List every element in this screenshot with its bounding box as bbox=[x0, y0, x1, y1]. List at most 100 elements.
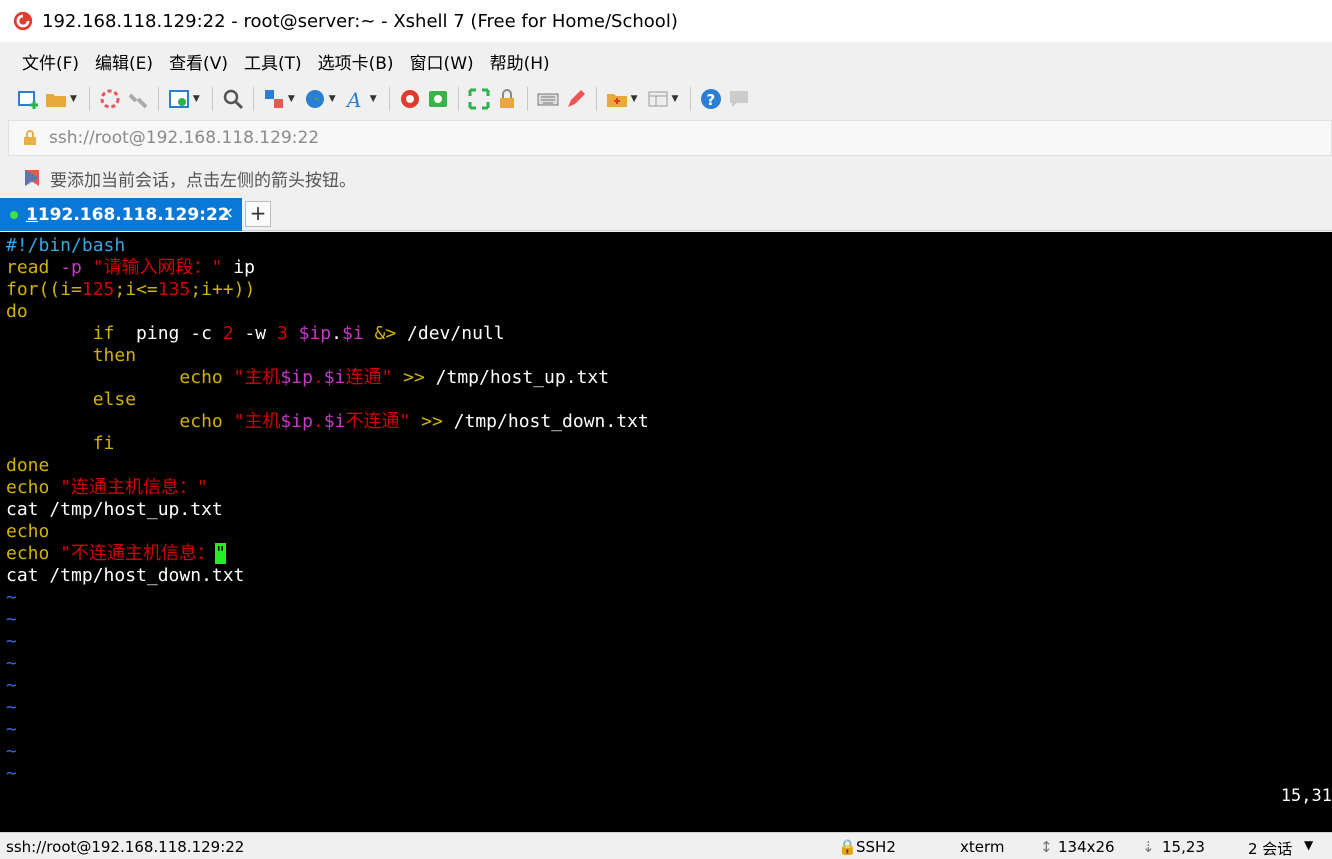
terminal-token: . bbox=[312, 367, 324, 388]
terminal-token: ~ bbox=[6, 653, 17, 674]
menu-tools[interactable]: 工具(T) bbox=[244, 49, 302, 74]
layout-button[interactable]: ▼ bbox=[646, 85, 683, 113]
chevron-down-icon: ▼ bbox=[671, 94, 679, 104]
new-folder-button[interactable]: ▼ bbox=[605, 85, 642, 113]
xshell-logo-icon bbox=[13, 11, 33, 31]
xftp-button[interactable] bbox=[426, 85, 450, 113]
chevron-down-icon: ▼ bbox=[328, 94, 336, 104]
toolbar-separator bbox=[252, 87, 254, 111]
terminal-token: echo bbox=[6, 411, 234, 432]
menu-window[interactable]: 窗口(W) bbox=[410, 49, 474, 74]
lock-icon: 🔒 bbox=[838, 838, 857, 856]
terminal-token: ip bbox=[222, 257, 255, 278]
xftp-icon bbox=[428, 91, 447, 107]
chevron-down-icon: ▼ bbox=[287, 94, 295, 104]
properties-button[interactable]: ▼ bbox=[167, 85, 204, 113]
terminal-line: echo "不连通主机信息：" bbox=[6, 543, 226, 565]
chevron-down-icon: ▼ bbox=[369, 94, 377, 104]
terminal-token: ~ bbox=[6, 609, 17, 630]
disconnect-button[interactable] bbox=[126, 85, 150, 113]
connect-button[interactable] bbox=[98, 85, 122, 113]
globe-button[interactable]: ▼ bbox=[303, 85, 340, 113]
toolbar-separator bbox=[457, 87, 459, 111]
terminal-line: then bbox=[6, 345, 136, 367]
terminal[interactable]: 15,31 #!/bin/bash read -p "请输入网段：" ip for(… bbox=[0, 232, 1332, 832]
new-session-button[interactable] bbox=[16, 85, 40, 113]
terminal-token: cat /tmp/host_up.txt bbox=[6, 499, 223, 520]
terminal-token: read bbox=[6, 257, 61, 278]
font-icon: A bbox=[345, 88, 361, 111]
layout-icon bbox=[648, 91, 668, 107]
new-tab-button[interactable]: + bbox=[245, 201, 271, 227]
terminal-line: ~ bbox=[6, 631, 17, 653]
terminal-token: 135 bbox=[157, 279, 191, 300]
resize-icon: ↕ bbox=[1040, 838, 1053, 856]
terminal-token: /tmp/host_up.txt bbox=[435, 367, 610, 388]
font-button[interactable]: A ▼ bbox=[344, 85, 381, 113]
tab-session-1[interactable]: 1 192.168.118.129:22 × bbox=[0, 198, 242, 231]
hint-bar: 要添加当前会话，点击左侧的箭头按钮。 bbox=[8, 158, 1332, 198]
tab-strip: 1 192.168.118.129:22 × + bbox=[0, 198, 1332, 231]
terminal-token: >> bbox=[410, 411, 454, 432]
terminal-line: done bbox=[6, 455, 49, 477]
terminal-token: &> bbox=[363, 323, 408, 344]
chat-button[interactable] bbox=[727, 85, 751, 113]
menu-help[interactable]: 帮助(H) bbox=[490, 49, 550, 74]
menu-tabs[interactable]: 选项卡(B) bbox=[318, 49, 394, 74]
address-bar[interactable]: ssh://root@192.168.118.129:22 bbox=[8, 120, 1332, 156]
terminal-token: then bbox=[6, 345, 137, 366]
lock-button[interactable] bbox=[495, 85, 519, 113]
connected-status-icon bbox=[10, 210, 18, 219]
fullscreen-button[interactable] bbox=[467, 85, 491, 113]
terminal-line: ~ bbox=[6, 653, 17, 675]
toolbar-separator bbox=[388, 87, 390, 111]
terminal-token: i= bbox=[60, 279, 82, 300]
terminal-token: echo bbox=[6, 543, 61, 564]
toolbar-separator bbox=[88, 87, 90, 111]
hint-text: 要添加当前会话，点击左侧的箭头按钮。 bbox=[50, 170, 356, 191]
xshell-button[interactable] bbox=[398, 85, 422, 113]
help-button[interactable]: ? bbox=[699, 85, 723, 113]
menu-view[interactable]: 查看(V) bbox=[169, 49, 228, 74]
terminal-token: "请输入网段：" bbox=[92, 257, 223, 278]
terminal-token: /tmp/host_down.txt bbox=[453, 411, 649, 432]
toolbar: ▼ ▼ ▼ ▼ A ▼ ▼ ▼ ? bbox=[0, 80, 1332, 118]
svg-text:A: A bbox=[345, 88, 361, 111]
fullscreen-icon bbox=[468, 88, 490, 110]
xshell-icon bbox=[400, 90, 419, 108]
terminal-token: ~ bbox=[6, 763, 17, 784]
terminal-token: 3 bbox=[276, 323, 288, 344]
folder-icon bbox=[46, 94, 66, 107]
status-sessions[interactable]: 2 会话 bbox=[1248, 838, 1292, 859]
chevron-down-icon: ▼ bbox=[630, 94, 638, 104]
highlight-button[interactable] bbox=[564, 85, 588, 113]
address-input[interactable]: ssh://root@192.168.118.129:22 bbox=[49, 128, 319, 148]
keyboard-button[interactable] bbox=[536, 85, 560, 113]
terminal-token: cat /tmp/host_down.txt bbox=[6, 565, 245, 586]
status-protocol: SSH2 bbox=[856, 838, 896, 856]
terminal-token: #!/bin/bash bbox=[6, 235, 126, 256]
terminal-token: else bbox=[6, 389, 137, 410]
terminal-token: done bbox=[6, 455, 50, 476]
status-terminal-type: xterm bbox=[960, 838, 1005, 856]
terminal-token: $i bbox=[323, 411, 346, 432]
terminal-token: echo bbox=[6, 477, 61, 498]
close-icon[interactable]: × bbox=[221, 203, 234, 222]
terminal-token: 125 bbox=[81, 279, 115, 300]
tab-label: 192.168.118.129:22 bbox=[37, 204, 230, 225]
terminal-line: echo "主机$ip.$i连通" >> /tmp/host_up.txt bbox=[6, 367, 609, 389]
menu-file[interactable]: 文件(F) bbox=[22, 49, 79, 74]
lock-icon bbox=[24, 130, 36, 145]
add-session-arrow-icon[interactable] bbox=[22, 168, 42, 188]
terminal-line: ~ bbox=[6, 697, 17, 719]
terminal-line: #!/bin/bash bbox=[6, 235, 125, 257]
terminal-line: echo "主机$ip.$i不连通" >> /tmp/host_down.txt bbox=[6, 411, 649, 433]
tab-number: 1 bbox=[26, 204, 38, 225]
open-folder-button[interactable]: ▼ bbox=[44, 85, 81, 113]
window-title: 192.168.118.129:22 - root@server:~ - Xsh… bbox=[42, 10, 678, 32]
transfer-button[interactable]: ▼ bbox=[262, 85, 299, 113]
terminal-token: >> bbox=[392, 367, 436, 388]
menu-edit[interactable]: 编辑(E) bbox=[95, 49, 153, 74]
find-button[interactable] bbox=[221, 85, 245, 113]
chevron-down-icon[interactable]: ▼ bbox=[1304, 838, 1313, 852]
